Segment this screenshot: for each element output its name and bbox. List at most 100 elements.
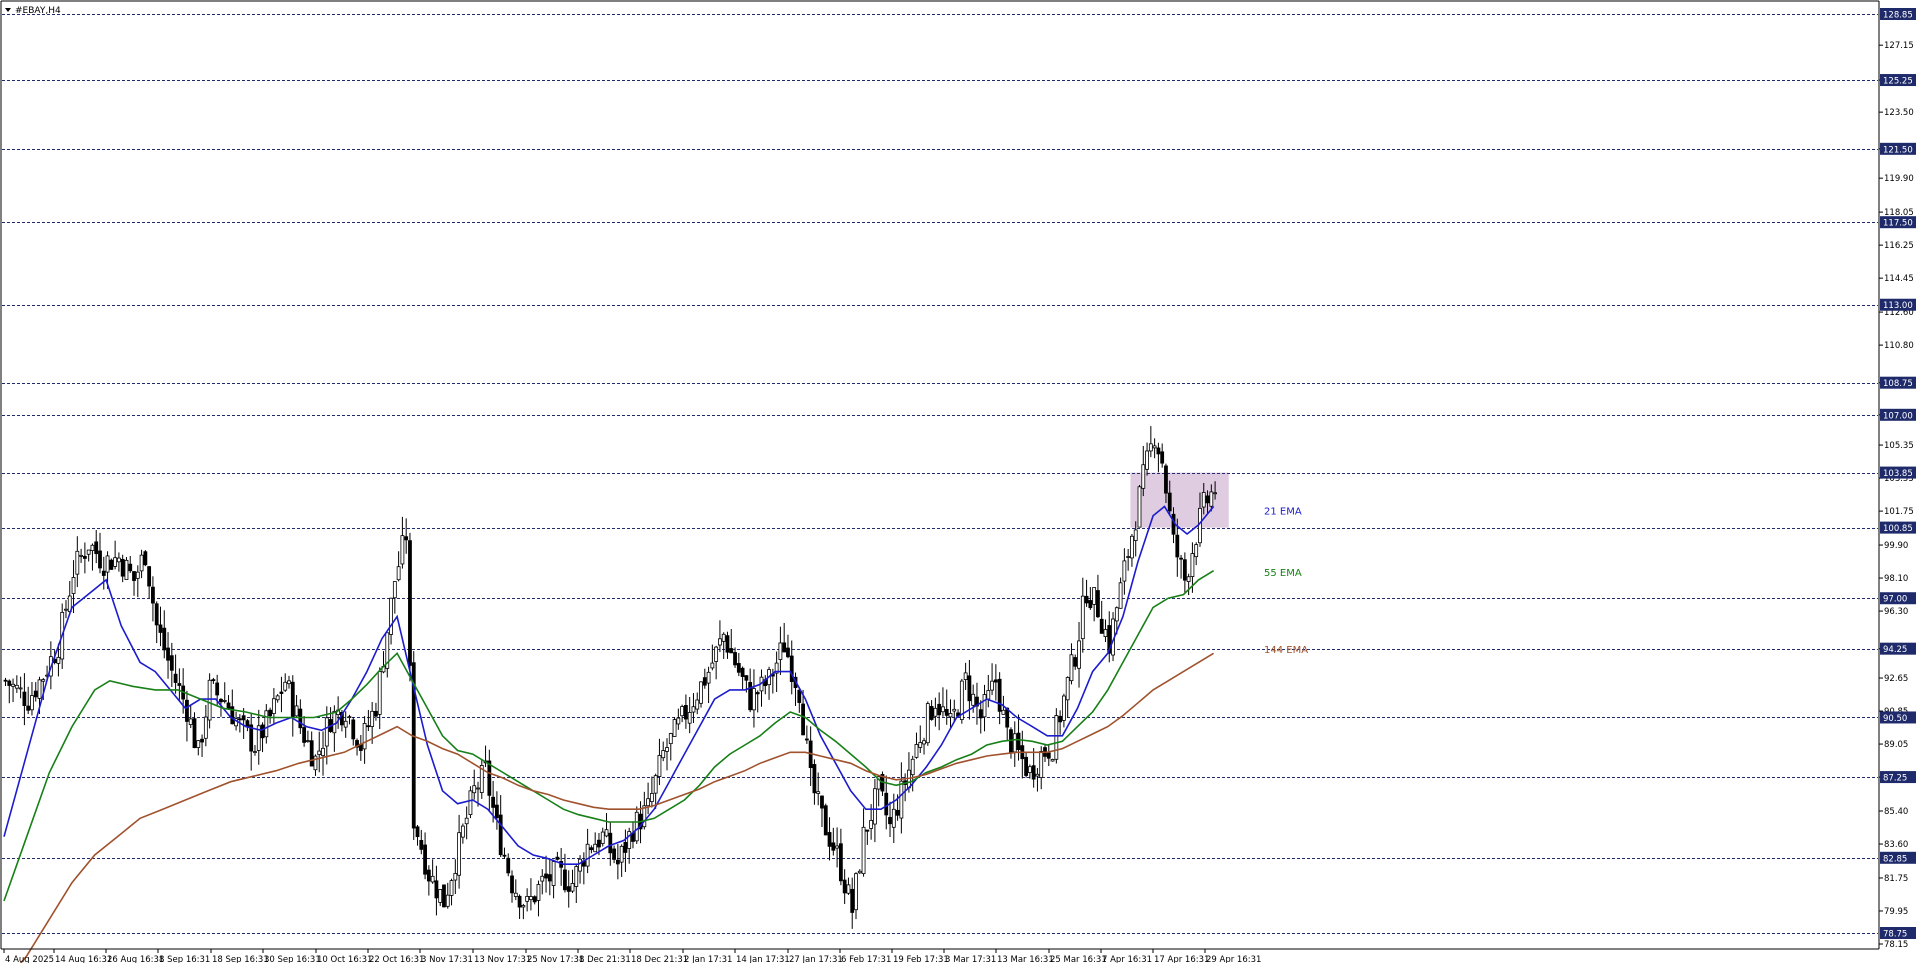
candle-body [400, 535, 405, 565]
candle-body [665, 747, 669, 752]
candle-body [56, 656, 61, 664]
candle-body [298, 708, 303, 729]
candle-body [1012, 733, 1017, 753]
candle-body [831, 842, 836, 851]
candle-body [733, 652, 737, 666]
candle-body [918, 742, 923, 748]
candle-body [1054, 715, 1059, 760]
candle-body [200, 738, 204, 743]
candle-body [589, 847, 594, 851]
candle-body [510, 875, 514, 894]
candle-body [347, 716, 352, 719]
candle-body [1130, 535, 1134, 559]
candle-body [1114, 607, 1119, 622]
candle-body [888, 816, 892, 825]
candle-body [1141, 464, 1146, 489]
candle-body [865, 829, 870, 832]
candle-body [1077, 640, 1081, 669]
candle-body [967, 675, 972, 702]
candle-body [506, 857, 511, 874]
candle-body [1062, 695, 1066, 721]
candle-body [426, 869, 431, 882]
candle-body [718, 638, 722, 646]
candle-body [1084, 595, 1089, 604]
candle-body [990, 680, 994, 691]
candle-body [691, 706, 696, 713]
candle-body [434, 880, 439, 899]
x-tick-label: 25 Nov 17:31 [527, 955, 584, 963]
level-price-badge-text: 90.50 [1883, 714, 1907, 724]
candle-body [445, 894, 450, 907]
candle-body [109, 559, 114, 570]
candle-body [283, 681, 288, 691]
candle-body [196, 740, 201, 748]
candle-body [494, 804, 499, 819]
y-tick-label: 79.95 [1884, 907, 1908, 917]
candle-body [317, 750, 322, 755]
candle-body [287, 680, 291, 685]
candle-body [842, 879, 847, 894]
x-tick-label: 8 Sep 16:31 [159, 955, 210, 963]
candle-body [37, 679, 42, 699]
candle-body [1050, 759, 1055, 762]
candle-body [1088, 600, 1093, 609]
candle-body [1167, 492, 1172, 512]
candle-body [22, 691, 27, 706]
candle-body [207, 679, 212, 721]
candle-body [222, 700, 227, 702]
candle-body [941, 706, 945, 713]
candle-body [366, 725, 371, 728]
highlight-zone [1130, 472, 1229, 528]
x-tick-label: 18 Sep 16:31 [212, 955, 269, 963]
candle-body [305, 740, 310, 743]
candle-body [321, 747, 325, 757]
candle-body [634, 811, 639, 842]
y-tick-label: 78.15 [1884, 940, 1908, 950]
candle-body [415, 826, 420, 838]
candle-body [177, 683, 182, 686]
candle-body [132, 571, 136, 581]
candle-body [498, 814, 503, 856]
price-chart[interactable]: 127.15125.25123.50121.50119.90118.05116.… [0, 0, 1916, 967]
candle-body [1148, 443, 1153, 452]
candle-body [873, 788, 877, 825]
candle-body [260, 724, 265, 739]
x-tick-label: 3 Nov 17:31 [421, 955, 473, 963]
candle-body [290, 681, 295, 718]
zone-layer [1130, 472, 1229, 528]
candle-body [1016, 732, 1021, 751]
candle-body [1099, 618, 1104, 634]
candle-body [869, 820, 874, 829]
candle-body [26, 705, 31, 711]
candle-body [578, 858, 582, 872]
x-tick-label: 27 Jan 17:31 [789, 955, 843, 963]
candle-body [597, 839, 601, 848]
x-tick-label: 6 Feb 17:31 [841, 955, 891, 963]
candle-body [392, 581, 397, 599]
candle-body [1179, 557, 1183, 560]
candle-body [570, 882, 575, 892]
candle-body [18, 687, 23, 690]
level-price-badge-text: 107.00 [1883, 411, 1913, 421]
x-tick-label: 26 Aug 16:31 [107, 955, 164, 963]
candle-body [1182, 559, 1187, 581]
candle-body [86, 549, 91, 555]
level-price-badge-text: 87.25 [1883, 774, 1907, 784]
candle-body [729, 648, 734, 654]
candle-body [797, 689, 802, 703]
candle-body [812, 764, 817, 794]
candle-body [653, 775, 658, 794]
candle-body [1175, 534, 1180, 558]
candle-body [525, 896, 530, 902]
candle-body [649, 793, 654, 803]
candle-body [82, 555, 87, 559]
x-tick-label: 22 Oct 16:31 [369, 955, 424, 963]
candle-body [268, 709, 273, 717]
chart-root: 127.15125.25123.50121.50119.90118.05116.… [0, 0, 1916, 967]
y-tick-label: 92.65 [1884, 674, 1908, 684]
candle-body [1118, 582, 1123, 609]
candle-body [993, 679, 998, 683]
candle-body [1092, 587, 1097, 605]
candle-body [374, 710, 378, 717]
candle-body [98, 550, 102, 569]
